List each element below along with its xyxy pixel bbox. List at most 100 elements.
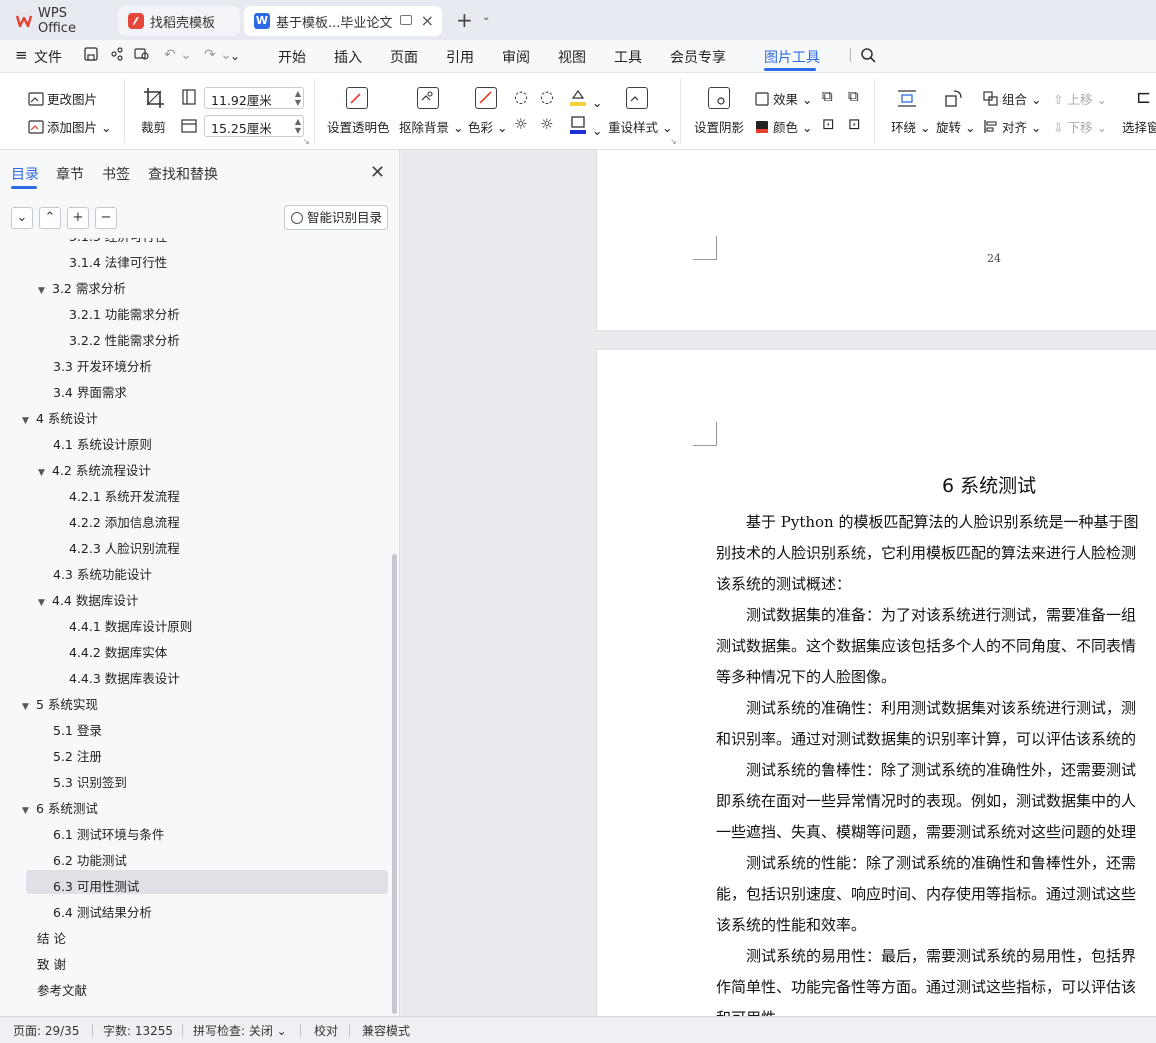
toc-item[interactable]: 4.4.2 数据库实体 <box>69 640 167 666</box>
wrap-button[interactable]: 环绕 ⌄ <box>891 117 930 136</box>
tab-document[interactable]: W 基于模板...毕业论文 × <box>244 6 442 36</box>
increase-brightness-icon[interactable]: ☼ <box>514 115 527 133</box>
toc-item[interactable]: 4.4.1 数据库设计原则 <box>69 614 192 640</box>
undo-icon[interactable]: ↶ ⌄ <box>164 47 192 63</box>
width-input[interactable]: 11.92厘米 ▲ ▼ <box>204 87 304 109</box>
add-heading-button[interactable]: + <box>67 207 89 229</box>
tab-chapter[interactable]: 章节 <box>56 164 84 184</box>
align-button[interactable]: 对齐 ⌄ <box>983 117 1041 136</box>
expand-caret-icon[interactable]: ▼ <box>38 590 52 616</box>
document-canvas[interactable]: 24 6 系统测试 基于 Python 的模板匹配算法的人脸识别系统是一种基于图… <box>401 150 1156 1016</box>
toc-item[interactable]: 6.1 测试环境与条件 <box>53 822 164 848</box>
selection-pane-button[interactable]: 选择窗 <box>1122 117 1156 136</box>
chevron-down-icon[interactable]: ⌄ <box>482 12 490 23</box>
toc-item[interactable]: 3.4 界面需求 <box>53 380 127 406</box>
rotate-button[interactable]: 旋转 ⌄ <box>936 117 975 136</box>
print-preview-icon[interactable] <box>134 47 150 65</box>
menu-member[interactable]: 会员专享 <box>670 47 726 67</box>
decrease-contrast-icon[interactable]: ◌ <box>540 87 554 106</box>
hamburger-menu-icon[interactable]: ≡ <box>15 46 28 64</box>
toc-item[interactable]: 4.2.1 系统开发流程 <box>69 484 180 510</box>
remove-background-icon[interactable] <box>417 87 439 109</box>
expand-caret-icon[interactable]: ▼ <box>22 798 36 824</box>
toc-item[interactable]: 4.4.3 数据库表设计 <box>69 666 180 692</box>
toc-item[interactable]: 6.3 可用性测试 <box>53 874 139 900</box>
tab-toc[interactable]: 目录 <box>11 164 39 184</box>
tab-daoke-templates[interactable]: 找稻壳模板 <box>118 6 240 36</box>
send-backward-icon[interactable]: ⧉ <box>848 87 859 105</box>
highlight-color-button[interactable]: ⌄ <box>568 87 602 110</box>
toc-item[interactable]: 致 谢 <box>37 952 66 978</box>
toc-item[interactable]: 5.2 注册 <box>53 744 102 770</box>
menu-reference[interactable]: 引用 <box>446 47 474 67</box>
toc-item[interactable]: ▼ 4.2 系统流程设计 <box>38 458 151 484</box>
menu-review[interactable]: 审阅 <box>502 47 530 67</box>
toc-item[interactable]: ▼ 5 系统实现 <box>22 692 98 718</box>
toc-item[interactable]: ▼ 4 系统设计 <box>22 406 98 432</box>
toc-item[interactable]: 6.2 功能测试 <box>53 848 127 874</box>
toc-item[interactable]: 3.2.2 性能需求分析 <box>69 328 180 354</box>
save-icon[interactable] <box>84 47 98 65</box>
rotate-icon[interactable] <box>943 87 965 109</box>
toc-item[interactable]: 5.1 登录 <box>53 718 102 744</box>
toc-item[interactable]: 3.1.4 法律可行性 <box>69 250 167 276</box>
border-color-button[interactable]: ⌄ <box>568 115 602 138</box>
spell-check-toggle[interactable]: 拼写检查: 关闭 ⌄ <box>193 1022 287 1039</box>
panel-scrollbar[interactable] <box>392 554 397 1014</box>
menu-insert[interactable]: 插入 <box>334 47 362 67</box>
toc-item[interactable]: 4.2.3 人脸识别流程 <box>69 536 180 562</box>
toc-item[interactable]: 6.4 测试结果分析 <box>53 900 152 926</box>
share-icon[interactable] <box>110 47 124 65</box>
new-tab-plus-icon[interactable]: + <box>456 8 473 32</box>
decrease-brightness-icon[interactable]: ☼ <box>540 115 553 133</box>
toc-item[interactable]: 4.1 系统设计原则 <box>53 432 152 458</box>
set-transparent-button[interactable]: 设置透明色 <box>327 117 390 136</box>
expand-caret-icon[interactable]: ▼ <box>38 460 52 486</box>
menu-view[interactable]: 视图 <box>558 47 586 67</box>
more-chevron-icon[interactable]: ⌄ <box>230 49 240 63</box>
size-dialog-launcher-icon[interactable]: ↘ <box>303 137 310 146</box>
align-frame-icon[interactable]: ⊡ <box>822 115 835 133</box>
collapse-all-button[interactable]: ⌄ <box>11 207 33 229</box>
page-count[interactable]: 页面: 29/35 <box>13 1022 79 1039</box>
menu-start[interactable]: 开始 <box>278 47 306 67</box>
toc-item[interactable]: 3.1.3 经济可行性 <box>69 238 167 250</box>
crop-icon[interactable] <box>143 87 165 109</box>
color-effect-button[interactable]: 色彩 ⌄ <box>468 117 507 136</box>
change-picture-button[interactable]: 更改图片 <box>28 89 97 108</box>
tab-bookmark[interactable]: 书签 <box>102 164 130 184</box>
document-page-25[interactable]: 6 系统测试 基于 Python 的模板匹配算法的人脸识别系统是一种基于图 别技术… <box>597 350 1156 1016</box>
menu-tools[interactable]: 工具 <box>614 47 642 67</box>
proofread-button[interactable]: 校对 <box>314 1022 338 1039</box>
wrap-icon[interactable] <box>896 87 918 109</box>
expand-caret-icon[interactable]: ▼ <box>22 408 36 434</box>
increase-contrast-icon[interactable]: ◌ <box>514 87 528 106</box>
move-down-button[interactable]: ⇩ 下移 ⌄ <box>1053 117 1107 136</box>
shadow-button[interactable]: 设置阴影 <box>694 117 744 136</box>
tab-wps-office[interactable]: WPS Office <box>6 6 114 36</box>
move-up-button[interactable]: ⇧ 上移 ⌄ <box>1053 89 1107 108</box>
toc-item[interactable]: 参考文献 <box>37 978 87 1004</box>
redo-icon[interactable]: ↷ ⌄ <box>204 47 232 63</box>
toc-item[interactable]: 3.2.1 功能需求分析 <box>69 302 180 328</box>
remove-heading-button[interactable]: − <box>95 207 117 229</box>
set-transparent-icon[interactable] <box>346 87 368 109</box>
group-button[interactable]: 组合 ⌄ <box>983 89 1041 108</box>
menu-file[interactable]: 文件 <box>34 47 62 67</box>
expand-up-button[interactable]: ⌃ <box>39 207 61 229</box>
remove-background-button[interactable]: 抠除背景 ⌄ <box>399 117 463 136</box>
toc-item[interactable]: 4.3 系统功能设计 <box>53 562 152 588</box>
tab-find-replace[interactable]: 查找和替换 <box>148 164 218 184</box>
document-page-24[interactable]: 24 <box>597 150 1156 330</box>
toc-item[interactable]: ▼ 6 系统测试 <box>22 796 98 822</box>
bring-forward-icon[interactable]: ⧉ <box>822 87 833 105</box>
smart-toc-button[interactable]: 智能识别目录 <box>284 205 388 230</box>
add-picture-button[interactable]: 添加图片 ⌄ <box>28 117 111 136</box>
selection-pane-icon[interactable]: ⊏ <box>1136 87 1151 108</box>
menu-page[interactable]: 页面 <box>390 47 418 67</box>
picture-dialog-launcher-icon[interactable]: ↘ <box>670 137 677 146</box>
height-spinner-icon[interactable]: ▲ ▼ <box>295 117 301 135</box>
crop-button[interactable]: 裁剪 <box>141 117 166 136</box>
toc-item[interactable]: ▼ 3.2 需求分析 <box>38 276 126 302</box>
toc-item[interactable]: 5.3 识别签到 <box>53 770 127 796</box>
